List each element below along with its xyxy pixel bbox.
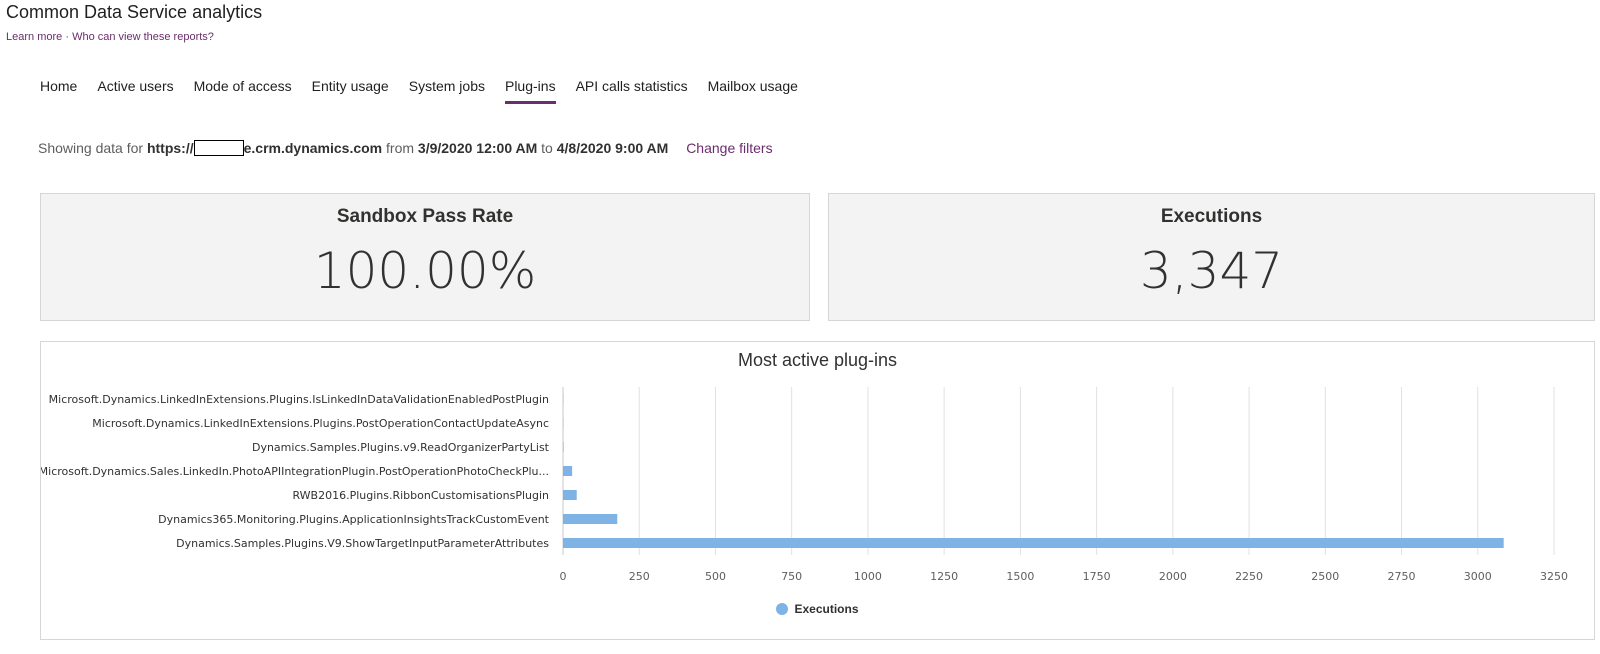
bar[interactable] <box>563 490 577 500</box>
chart-legend[interactable]: Executions <box>41 602 1594 616</box>
link-separator: · <box>65 31 69 43</box>
y-category-label: Microsoft.Dynamics.LinkedInExtensions.Pl… <box>92 417 549 430</box>
sandbox-pass-rate-card: Sandbox Pass Rate 100.00% <box>40 193 810 321</box>
sandbox-pass-rate-title: Sandbox Pass Rate <box>336 206 514 227</box>
x-tick-label: 1000 <box>854 570 882 583</box>
page-title: Common Data Service analytics <box>6 2 263 22</box>
to-word: to <box>541 140 553 156</box>
redaction-box <box>193 140 244 156</box>
sandbox-pass-rate-value: 100.00% <box>313 242 537 300</box>
y-category-label: Dynamics365.Monitoring.Plugins.Applicati… <box>158 513 550 526</box>
y-category-label: Microsoft.Dynamics.LinkedInExtensions.Pl… <box>49 393 549 406</box>
x-tick-label: 500 <box>705 570 726 583</box>
tab-plug-ins[interactable]: Plug-ins <box>504 78 556 104</box>
tab-home[interactable]: Home <box>40 78 77 104</box>
tab-mailbox-usage[interactable]: Mailbox usage <box>708 78 798 104</box>
org-url-start: https:// <box>146 140 194 156</box>
most-active-plugins-chart: Most active plug-ins 0 250 500 750 1000 1250 1… <box>40 341 1595 640</box>
legend-label: Executions <box>794 602 859 616</box>
to-date: 4/8/2020 9:00 AM <box>556 140 669 156</box>
bar[interactable] <box>563 442 564 452</box>
bar[interactable] <box>563 514 618 524</box>
who-can-view-link[interactable]: Who can view these reports? <box>72 31 214 43</box>
bar[interactable] <box>563 466 573 476</box>
x-tick-label: 1750 <box>1083 570 1111 583</box>
tab-mode-of-access[interactable]: Mode of access <box>194 78 292 104</box>
legend-marker <box>776 603 789 615</box>
x-tick-label: 0 <box>560 570 567 583</box>
x-tick-label: 2250 <box>1235 570 1263 583</box>
y-category-label: Dynamics.Samples.Plugins.v9.ReadOrganize… <box>252 441 550 454</box>
executions-title: Executions <box>1160 206 1263 227</box>
filter-summary: Showing data for https:// e.crm.dynamics.… <box>38 140 773 156</box>
y-category-label: RWB2016.Plugins.RibbonCustomisationsPlug… <box>292 489 549 502</box>
x-tick-label: 750 <box>781 570 802 583</box>
change-filters-link[interactable]: Change filters <box>686 140 772 156</box>
learn-more-link[interactable]: Learn more <box>6 31 62 43</box>
x-tick-label: 3000 <box>1464 570 1492 583</box>
bar-chart-svg: 0 250 500 750 1000 1250 1500 1750 2000 2250 2500 27… <box>41 387 1568 583</box>
report-tabs: Home Active users Mode of access Entity … <box>40 78 818 104</box>
x-tick-label: 1250 <box>930 570 958 583</box>
y-category-label: Dynamics.Samples.Plugins.V9.ShowTargetIn… <box>176 537 549 550</box>
executions-card: Executions 3,347 <box>828 193 1595 321</box>
tab-entity-usage[interactable]: Entity usage <box>312 78 389 104</box>
y-category-label: Microsoft.Dynamics.Sales.LinkedIn.PhotoA… <box>41 465 549 478</box>
org-url-end: e.crm.dynamics.com <box>243 140 383 156</box>
from-date: 3/9/2020 12:00 AM <box>417 140 538 156</box>
x-tick-label: 2750 <box>1388 570 1416 583</box>
x-tick-label: 2000 <box>1159 570 1187 583</box>
executions-value: 3,347 <box>1139 242 1284 300</box>
x-tick-label: 1500 <box>1006 570 1034 583</box>
from-word: from <box>386 140 415 156</box>
tab-api-calls-statistics[interactable]: API calls statistics <box>576 78 688 104</box>
header-links: Learn more · Who can view these reports? <box>6 31 214 43</box>
bar[interactable] <box>563 538 1504 548</box>
tab-active-users[interactable]: Active users <box>97 78 173 104</box>
tab-system-jobs[interactable]: System jobs <box>409 78 485 104</box>
x-tick-label: 250 <box>629 570 650 583</box>
filter-prefix: Showing data for <box>38 140 144 156</box>
x-tick-label: 2500 <box>1311 570 1339 583</box>
x-tick-label: 3250 <box>1540 570 1568 583</box>
